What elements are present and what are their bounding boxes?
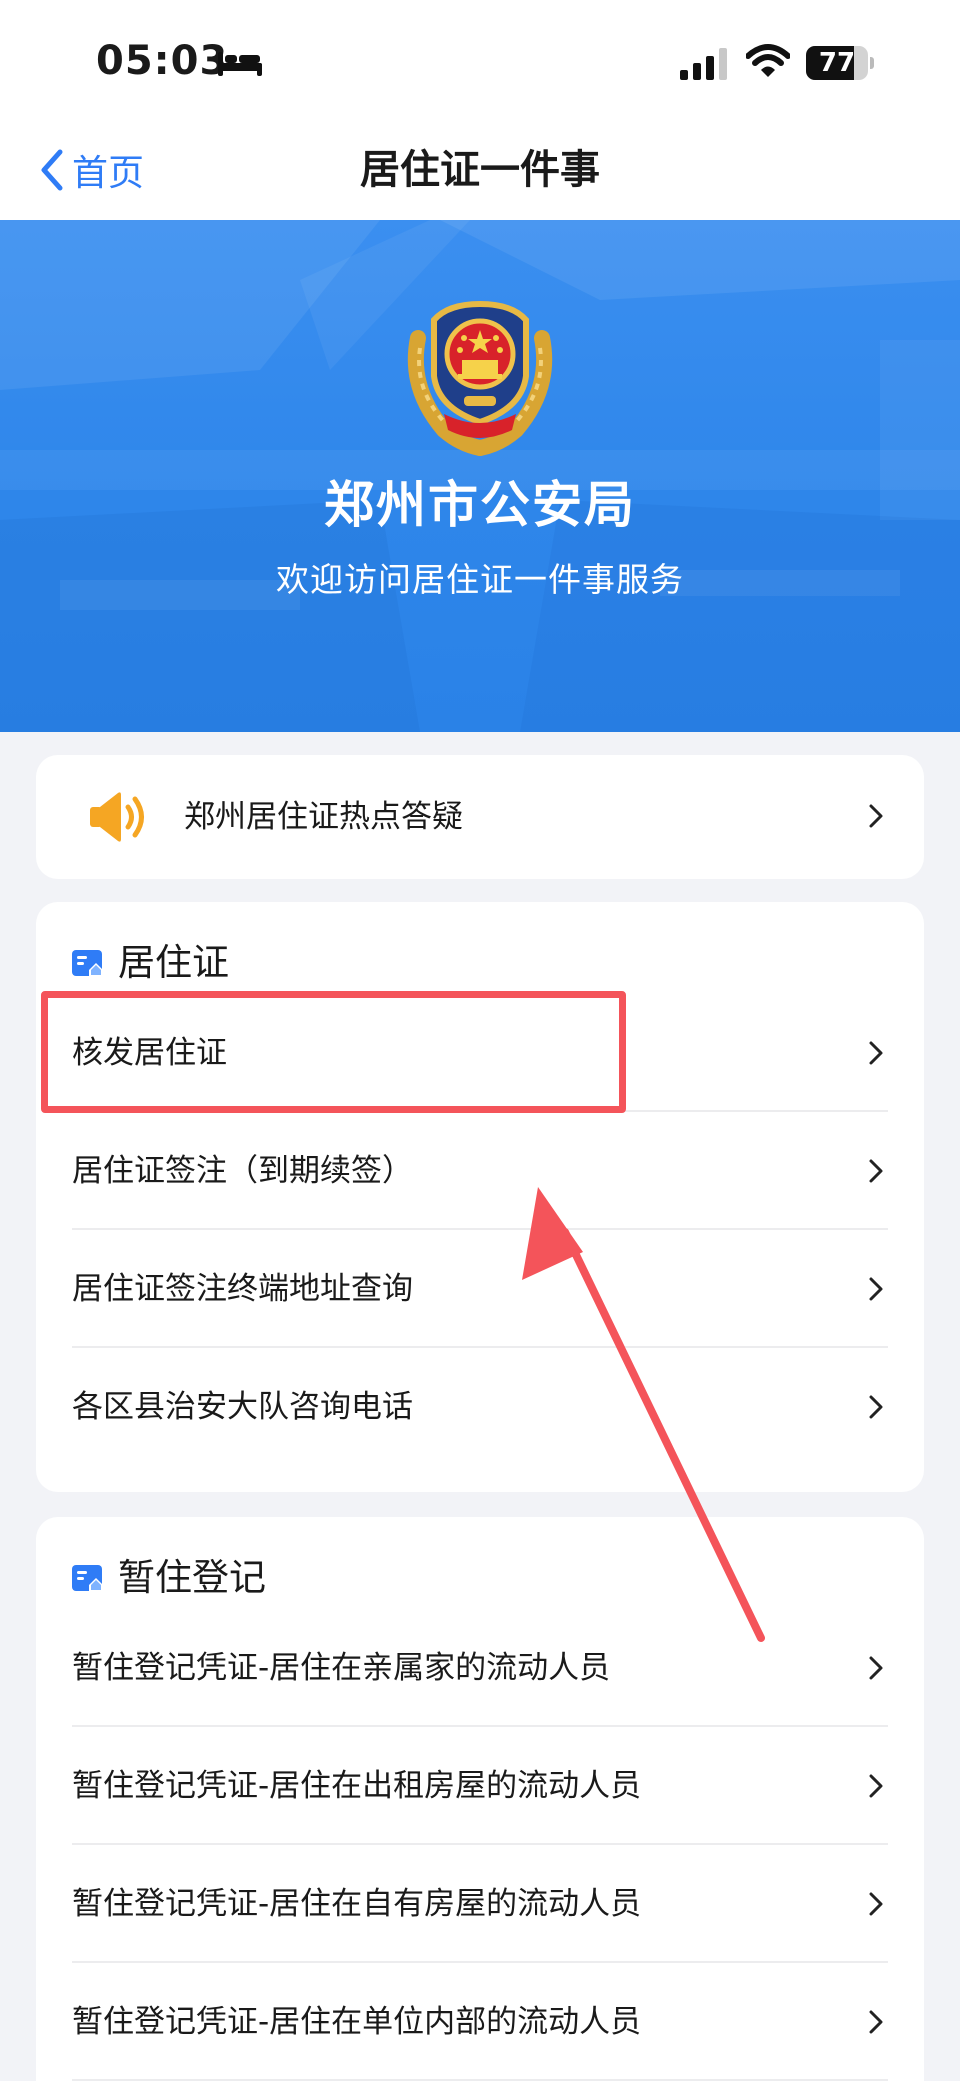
chevron-right-icon	[869, 1041, 883, 1065]
residence-permit-card: 居住证 核发居住证 居住证签注（到期续签） 居住证签注终端地址查询 各区县治安大…	[36, 902, 924, 1492]
chevron-right-icon	[869, 1159, 883, 1183]
list-item-owned-housing[interactable]: 暂住登记凭证-居住在自有房屋的流动人员	[72, 1845, 888, 1963]
list-item-unit-internal[interactable]: 暂住登记凭证-居住在单位内部的流动人员	[72, 1963, 888, 2081]
battery-level: 77	[818, 48, 856, 78]
chevron-right-icon	[869, 1892, 883, 1916]
list-item-permit-renewal[interactable]: 居住证签注（到期续签）	[72, 1112, 888, 1230]
id-card-icon	[72, 1565, 103, 1592]
chevron-right-icon	[869, 1656, 883, 1680]
page-title: 居住证一件事	[360, 147, 600, 193]
list-item-label: 暂住登记凭证-居住在出租房屋的流动人员	[72, 1768, 642, 1804]
hot-topics-label: 郑州居住证热点答疑	[184, 799, 463, 835]
wifi-icon	[746, 44, 790, 77]
status-time: 05:03	[96, 38, 229, 84]
list-item-consult-phone[interactable]: 各区县治安大队咨询电话	[72, 1348, 888, 1466]
battery-icon: 77	[806, 46, 874, 80]
list-item-label: 居住证签注（到期续签）	[72, 1153, 413, 1189]
section-title: 居住证	[118, 941, 229, 984]
list-item-terminal-address-query[interactable]: 居住证签注终端地址查询	[72, 1230, 888, 1348]
list-item-label: 核发居住证	[72, 1035, 227, 1071]
speaker-icon	[90, 792, 144, 842]
status-bar: 05:03 77	[0, 0, 960, 120]
list-item-label: 暂住登记凭证-居住在自有房屋的流动人员	[72, 1886, 642, 1922]
list-item-label: 暂住登记凭证-居住在亲属家的流动人员	[72, 1650, 611, 1686]
chevron-right-icon	[869, 2010, 883, 2034]
section-header: 暂住登记	[72, 1553, 266, 1603]
section-title: 暂住登记	[118, 1556, 266, 1599]
list-item-relatives-home[interactable]: 暂住登记凭证-居住在亲属家的流动人员	[72, 1609, 888, 1727]
chevron-right-icon	[869, 1774, 883, 1798]
hot-topics-card: 郑州居住证热点答疑	[36, 755, 924, 879]
list-item-label: 暂住登记凭证-居住在单位内部的流动人员	[72, 2004, 642, 2040]
list-item-rented-housing[interactable]: 暂住登记凭证-居住在出租房屋的流动人员	[72, 1727, 888, 1845]
cellular-signal-icon	[680, 48, 727, 80]
list-item-label: 各区县治安大队咨询电话	[72, 1389, 413, 1425]
list-item-issue-residence-permit[interactable]: 核发居住证	[72, 994, 888, 1112]
banner-title: 郑州市公安局	[324, 476, 636, 534]
chevron-right-icon	[869, 1277, 883, 1301]
navigation-bar: 首页 居住证一件事	[0, 120, 960, 220]
banner-subtitle: 欢迎访问居住证一件事服务	[276, 560, 684, 599]
bed-icon	[218, 52, 262, 76]
temporary-residence-card: 暂住登记 暂住登记凭证-居住在亲属家的流动人员 暂住登记凭证-居住在出租房屋的流…	[36, 1517, 924, 2081]
hot-topics-row[interactable]: 郑州居住证热点答疑	[36, 755, 924, 879]
police-emblem-icon	[407, 300, 553, 456]
chevron-right-icon	[869, 1395, 883, 1419]
id-card-icon	[72, 950, 103, 977]
section-header: 居住证	[72, 938, 229, 988]
hero-banner: 郑州市公安局 欢迎访问居住证一件事服务	[0, 220, 960, 732]
chevron-right-icon	[869, 804, 883, 828]
list-item-label: 居住证签注终端地址查询	[72, 1271, 413, 1307]
